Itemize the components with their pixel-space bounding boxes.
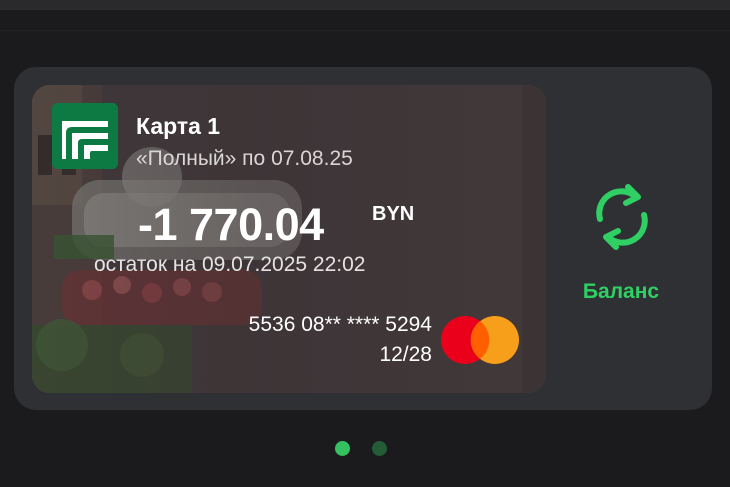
- divider: [0, 30, 730, 31]
- balance-date: остаток на 09.07.2025 22:02: [94, 253, 366, 276]
- balance-button[interactable]: Баланс: [554, 280, 688, 304]
- balance-currency: BYN: [372, 203, 415, 225]
- pagination-dots: [335, 441, 387, 456]
- card-expiry: 12/28: [379, 343, 432, 366]
- card-widget[interactable]: Карта 1 «Полный» по 07.08.25 -1 770.04 B…: [14, 67, 712, 410]
- card-number: 5536 08** **** 5294: [248, 313, 432, 336]
- mastercard-logo: [441, 316, 519, 364]
- bank-logo: [52, 103, 118, 169]
- pagination-dot-1[interactable]: [335, 441, 350, 456]
- top-bar: [0, 0, 730, 10]
- card-plan: «Полный» по 07.08.25: [136, 147, 353, 170]
- pagination-dot-2[interactable]: [372, 441, 387, 456]
- balance-amount: -1 770.04: [138, 199, 324, 250]
- card-name: Карта 1: [136, 113, 221, 139]
- bank-card[interactable]: Карта 1 «Полный» по 07.08.25 -1 770.04 B…: [32, 85, 546, 393]
- refresh-icon[interactable]: [588, 175, 656, 259]
